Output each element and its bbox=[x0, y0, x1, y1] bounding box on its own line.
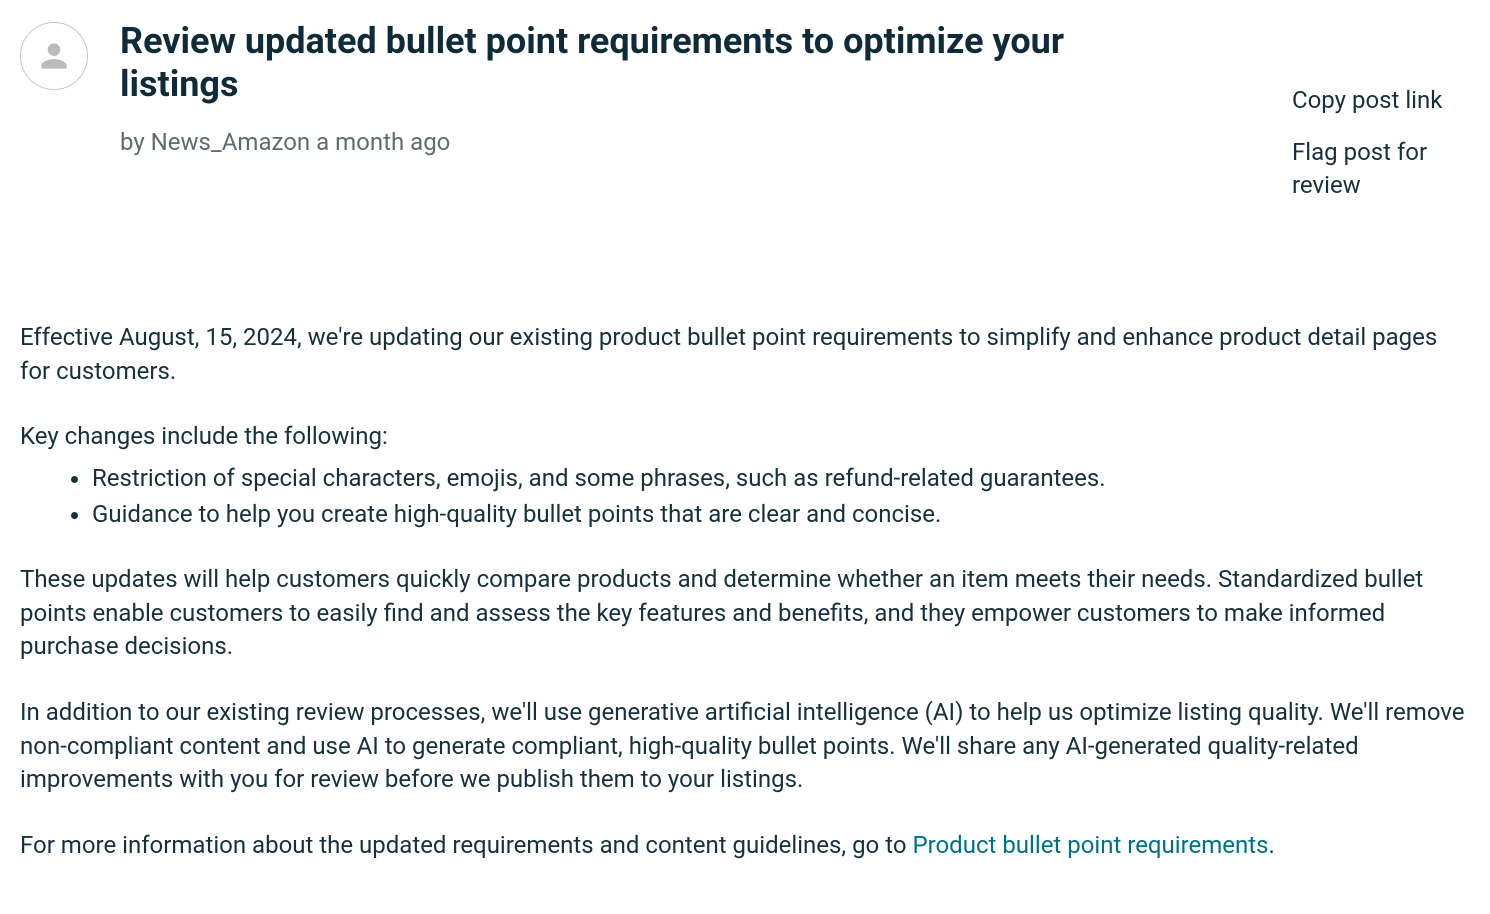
author-name[interactable]: News_Amazon bbox=[151, 128, 311, 156]
post-byline: by News_Amazon a month ago bbox=[120, 128, 1248, 156]
person-icon bbox=[35, 37, 73, 75]
post-body: Effective August, 15, 2024, we're updati… bbox=[20, 321, 1470, 862]
byline-prefix: by bbox=[120, 128, 145, 156]
post-header: Review updated bullet point requirements… bbox=[20, 20, 1470, 201]
body-text: . bbox=[1269, 831, 1275, 859]
product-bullet-requirements-link[interactable]: Product bullet point requirements bbox=[912, 831, 1268, 859]
post-time-ago: a month ago bbox=[316, 128, 450, 156]
body-paragraph: Key changes include the following: bbox=[20, 420, 1470, 454]
body-text: For more information about the updated r… bbox=[20, 831, 912, 859]
body-paragraph: In addition to our existing review proce… bbox=[20, 696, 1470, 797]
key-changes-list: Restriction of special characters, emoji… bbox=[92, 462, 1470, 531]
post-container: Review updated bullet point requirements… bbox=[20, 20, 1470, 862]
post-actions: Copy post link Flag post for review bbox=[1280, 84, 1470, 201]
body-paragraph: These updates will help customers quickl… bbox=[20, 563, 1470, 664]
flag-post-link[interactable]: Flag post for review bbox=[1280, 136, 1470, 201]
header-main: Review updated bullet point requirements… bbox=[120, 20, 1248, 156]
body-paragraph: Effective August, 15, 2024, we're updati… bbox=[20, 321, 1470, 388]
list-item: Restriction of special characters, emoji… bbox=[92, 462, 1470, 496]
post-title: Review updated bullet point requirements… bbox=[120, 20, 1080, 106]
copy-post-link[interactable]: Copy post link bbox=[1280, 84, 1470, 116]
list-item: Guidance to help you create high-quality… bbox=[92, 498, 1470, 532]
body-paragraph: For more information about the updated r… bbox=[20, 829, 1470, 863]
author-avatar[interactable] bbox=[20, 22, 88, 90]
